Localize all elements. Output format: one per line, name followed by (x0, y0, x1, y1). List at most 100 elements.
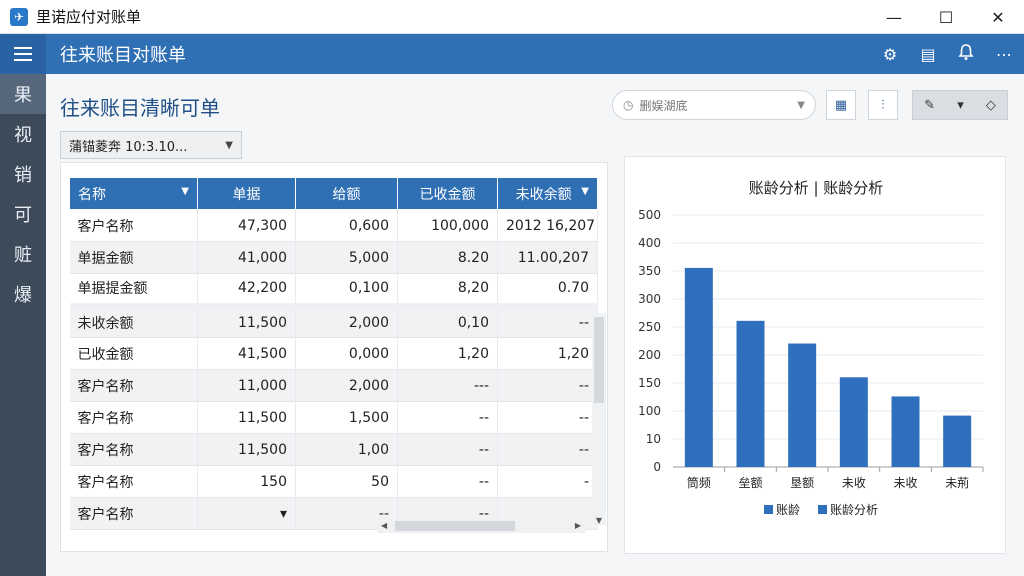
chart-bar (788, 343, 817, 467)
y-tick-label: 400 (638, 236, 661, 250)
cell-name: 客户名称 (69, 401, 198, 434)
x-tick-label: 未收 (842, 476, 866, 490)
more-icon[interactable]: ⋯ (994, 45, 1014, 64)
chart-title: 账龄分析 | 账龄分析 (749, 179, 884, 197)
column-header-outstanding[interactable]: 未收余额 ▼ (497, 177, 598, 210)
app-header-title: 往来账目对账单 (60, 45, 186, 66)
sidebar-item-2[interactable]: 视 (0, 114, 46, 154)
export-icon[interactable]: ▤ (918, 45, 938, 64)
ledger-table-panel: 名称 ▼ 单据 给额 已收金额 未收余额 ▼ 客户名称 47,300 0,600 100,… (60, 162, 608, 552)
cell-received: -- (397, 433, 498, 466)
cell-received: -- (397, 401, 498, 434)
minimize-button[interactable]: — (868, 0, 920, 34)
settings-gear-icon[interactable]: ⚙ (880, 45, 900, 64)
scroll-left-icon[interactable]: ◀ (381, 519, 387, 533)
column-header-name[interactable]: 名称 ▼ (69, 177, 198, 210)
cell-doc: 11,500 (197, 401, 296, 434)
cell-received: -- (397, 465, 498, 498)
y-tick-label: 500 (638, 208, 661, 222)
cell-received: 100,000 (397, 209, 498, 242)
bell-icon[interactable] (956, 43, 976, 65)
menu-button[interactable] (0, 34, 46, 74)
hamburger-icon (14, 45, 32, 63)
main-content: 往来账目清晰可单 ◷ 删娱湖底 ▼ ▦ ⫶ ✎ ▾ ◇ 蒲锚菱奔 10:3.10… (46, 74, 1024, 576)
column-header-received[interactable]: 已收金额 (397, 177, 498, 210)
y-tick-label: 200 (638, 348, 661, 362)
scroll-down-icon[interactable]: ▼ (592, 516, 606, 525)
sidebar-item-3[interactable]: 销 (0, 154, 46, 194)
diamond-icon[interactable]: ◇ (986, 98, 996, 113)
table-row[interactable]: 客户名称 11,500 1,500 -- -- (69, 401, 598, 434)
calculator-button[interactable]: ▦ (826, 90, 856, 120)
cell-outstanding: 11.00,207 (497, 241, 598, 274)
cell-amount: 2,000 (295, 302, 398, 338)
vertical-scrollbar[interactable]: ▼ (592, 313, 606, 525)
table-row[interactable]: 客户名称 47,300 0,600 100,000 2012 16,207 (69, 209, 598, 242)
aging-bar-chart: 账龄分析 | 账龄分析 0 10 100 150 200 250 300 350 400 500 筒频… (638, 179, 984, 517)
sidebar-item-5[interactable]: 赃 (0, 234, 46, 274)
search-dropdown[interactable]: ◷ 删娱湖底 ▼ (612, 90, 816, 120)
tool-group: ✎ ▾ ◇ (912, 90, 1008, 120)
sort-caret-icon: ▼ (581, 185, 589, 197)
period-select[interactable]: 蒲锚菱奔 10:3.10... ▼ (60, 131, 242, 159)
close-button[interactable]: ✕ (972, 0, 1024, 34)
chart-bar (684, 267, 713, 467)
scroll-thumb[interactable] (594, 317, 604, 403)
app-header: 往来账目对账单 ⚙ ▤ ⋯ (0, 34, 1024, 74)
cell-doc: 42,200 (197, 273, 296, 306)
cell-name: 已收金额 (69, 337, 198, 370)
maximize-button[interactable]: ☐ (920, 0, 972, 34)
table-row[interactable]: 客户名称 11,500 1,00 -- -- (69, 433, 598, 466)
cell-name: 客户名称 (69, 465, 198, 498)
table-row[interactable]: 已收金额 41,500 0,000 1,20 1,20 (69, 337, 598, 370)
column-header-amount[interactable]: 给额 (295, 177, 398, 210)
calculator-icon: ▦ (834, 97, 848, 113)
cell-received: 0,10 (397, 302, 498, 338)
cell-amount: 2,000 (295, 369, 398, 402)
chart-bar (891, 396, 920, 467)
chevron-down-icon[interactable]: ▾ (957, 98, 964, 113)
cell-amount: 5,000 (295, 241, 398, 274)
cell-outstanding: 2012 16,207 (497, 209, 598, 242)
horizontal-scrollbar[interactable]: ◀ ▶ (377, 519, 585, 533)
chart-bar (943, 415, 972, 467)
sidebar: 果 视 销 可 赃 爆 (0, 74, 46, 576)
cell-amount: 1,00 (295, 433, 398, 466)
cell-outstanding: 0.70 (497, 273, 598, 306)
sidebar-item-4[interactable]: 可 (0, 194, 46, 234)
aging-chart-panel: 账龄分析 | 账龄分析 0 10 100 150 200 250 300 350 400 500 筒频… (624, 156, 1006, 554)
filter-settings-button[interactable]: ⫶ (868, 90, 898, 120)
scroll-thumb[interactable] (395, 521, 515, 531)
table-row[interactable]: 客户名称 150 50 -- - (69, 465, 598, 498)
y-tick-label: 100 (638, 404, 661, 418)
cell-amount: 0,100 (295, 273, 398, 306)
table-row[interactable]: 客户名称 11,000 2,000 --- -- (69, 369, 598, 402)
cell-doc: 41,000 (197, 241, 296, 274)
chevron-down-icon: ▼ (797, 99, 805, 111)
sliders-icon: ⫶ (881, 97, 885, 113)
table-row[interactable]: 单据提金额 42,200 0,100 8,20 0.70 (69, 273, 598, 306)
x-tick-label: 筒频 (687, 475, 711, 490)
cell-received: 8.20 (397, 241, 498, 274)
cell-outstanding: 1,20 (497, 337, 598, 370)
scroll-right-icon[interactable]: ▶ (575, 519, 581, 533)
y-tick-label: 150 (638, 376, 661, 390)
column-header-doc[interactable]: 单据 (197, 177, 296, 210)
cell-doc: 47,300 (197, 209, 296, 242)
app-logo-icon: ✈ (10, 7, 28, 26)
cell-doc: 11,500 (197, 302, 296, 338)
chevron-down-icon: ▼ (225, 139, 233, 151)
window-title: 里诺应付对账单 (36, 8, 142, 26)
search-icon: ◷ (623, 98, 634, 112)
sidebar-item-1[interactable]: 果 (0, 74, 46, 114)
table-row[interactable]: 单据金额 41,000 5,000 8.20 11.00,207 (69, 241, 598, 274)
cell-received: --- (397, 369, 498, 402)
cell-name: 客户名称 (69, 209, 198, 242)
cell-doc: 11,000 (197, 369, 296, 402)
sidebar-item-6[interactable]: 爆 (0, 274, 46, 314)
cell-doc: 41,500 (197, 337, 296, 370)
cell-outstanding: -- (497, 369, 598, 402)
chart-bar (839, 377, 868, 467)
edit-icon[interactable]: ✎ (924, 98, 935, 113)
table-row[interactable]: 未收余额 11,500 2,000 0,10 -- (69, 302, 598, 338)
